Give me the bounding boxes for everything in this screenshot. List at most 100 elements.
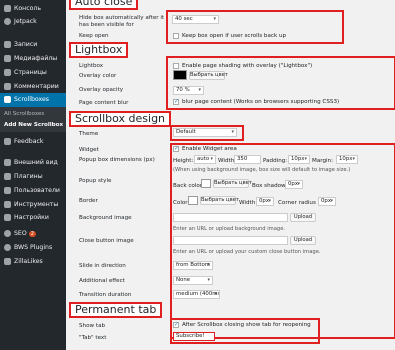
heart-icon	[4, 258, 11, 265]
close-button-label: Close button image	[79, 238, 134, 244]
border-color-button[interactable]: Выбрать цвет	[200, 196, 239, 205]
sidebar-item-console[interactable]: Консоль	[0, 2, 66, 16]
border-width-select[interactable]: 0px	[256, 197, 274, 206]
sidebar-item-plugins[interactable]: Плагины	[0, 170, 66, 184]
overlay-color-label: Overlay color	[79, 73, 117, 79]
submenu-all-scrollboxes[interactable]: All Scrollboxes	[0, 109, 66, 119]
margin-select[interactable]: 10px	[336, 155, 358, 164]
close-button-upload-button[interactable]: Upload	[290, 236, 316, 245]
pin-icon	[4, 41, 11, 48]
seo-icon	[4, 230, 11, 237]
transition-label: Transition duration	[79, 292, 132, 298]
sidebar-item-scrollboxes[interactable]: Scrollboxes	[0, 93, 66, 107]
box-shadow-label: Box shadow	[252, 183, 286, 189]
close-button-note: Enter an URL or upload your custom close…	[173, 249, 321, 255]
section-heading-scrollbox-design: Scrollbox design	[69, 111, 172, 127]
corner-radius-label: Corner radius	[278, 200, 316, 206]
back-color-label: Back color	[173, 183, 203, 189]
media-icon	[4, 55, 11, 62]
width-input[interactable]: 350	[234, 155, 261, 164]
sidebar-item-tools[interactable]: Инструменты	[0, 198, 66, 212]
tab-text-label: "Tab" text	[79, 335, 107, 341]
slide-direction-label: Slide in direction	[79, 263, 126, 269]
widget-label: Widget	[79, 147, 99, 153]
wrench-icon	[4, 201, 11, 208]
padding-select[interactable]: 10px	[288, 155, 310, 164]
bg-image-upload-button[interactable]: Upload	[290, 213, 316, 222]
additional-effect-select[interactable]: None	[173, 276, 213, 285]
box-shadow-select[interactable]: 0px	[285, 180, 303, 189]
hide-box-label: Hide box automatically after it has been…	[79, 15, 165, 28]
page-blur-text: blur page content (Works on browsers sup…	[182, 99, 340, 105]
sidebar-item-appearance[interactable]: Внешний вид	[0, 156, 66, 170]
sidebar-item-posts[interactable]: Записи	[0, 38, 66, 52]
dashboard-icon	[4, 5, 11, 12]
theme-select[interactable]: Default	[173, 128, 237, 137]
theme-label: Theme	[79, 131, 99, 137]
hide-delay-select[interactable]: 40 sec	[172, 15, 219, 24]
overlay-opacity-select[interactable]: 70 %	[173, 86, 204, 95]
submenu-add-new-scrollbox[interactable]: Add New Scrollbox	[0, 120, 66, 130]
overlay-color-swatch[interactable]	[173, 70, 187, 80]
popup-style-label: Popup style	[79, 178, 112, 184]
sidebar-item-jetpack[interactable]: Jetpack	[0, 15, 66, 29]
border-color-label: Color	[173, 200, 188, 206]
sidebar-item-media[interactable]: Медиафайлы	[0, 52, 66, 66]
height-label: Height:	[173, 158, 194, 164]
page-blur-label: Page content blur	[79, 100, 129, 106]
show-tab-checkbox[interactable]	[173, 321, 179, 328]
margin-label: Margin:	[312, 158, 333, 164]
pages-icon	[4, 69, 11, 76]
transition-select[interactable]: medium (400ms)	[173, 290, 220, 299]
widget-checkbox[interactable]	[173, 145, 179, 152]
admin-sidebar: Консоль Jetpack Записи Медиафайлы Страни…	[0, 0, 66, 350]
tab-text-input[interactable]: Subscribe!	[173, 332, 215, 341]
section-heading-auto-close: Auto close	[69, 0, 139, 10]
keep-open-label: Keep open	[79, 33, 109, 39]
widget-text: Enable Widget area	[182, 146, 237, 152]
back-color-swatch[interactable]	[201, 179, 211, 188]
overlay-color-button[interactable]: Выбрать цвет	[189, 71, 228, 80]
dims-note: (When using background image, box size w…	[173, 167, 351, 173]
seo-badge: 2	[28, 231, 36, 237]
bws-icon	[4, 244, 11, 251]
comments-icon	[4, 83, 11, 90]
sidebar-item-zillalikes[interactable]: ZillaLikes	[0, 255, 66, 269]
settings-content: Auto close Hide box automatically after …	[66, 0, 395, 350]
sidebar-item-users[interactable]: Пользователи	[0, 184, 66, 198]
sidebar-item-seo[interactable]: SEO 2	[0, 227, 66, 241]
section-heading-permanent-tab: Permanent tab	[69, 302, 163, 318]
users-icon	[4, 187, 11, 194]
scrollboxes-submenu: All Scrollboxes Add New Scrollbox	[0, 107, 66, 132]
back-color-button[interactable]: Выбрать цвет	[213, 179, 252, 188]
slide-direction-select[interactable]: from Bottom	[173, 261, 213, 270]
plugin-icon	[4, 173, 11, 180]
lightbox-label: Lightbox	[79, 63, 104, 69]
corner-radius-select[interactable]: 0px	[318, 197, 336, 206]
popup-dims-label: Popup box dimensions (px)	[79, 157, 155, 163]
sidebar-item-bws-plugins[interactable]: BWS Plugins	[0, 241, 66, 255]
lightbox-checkbox[interactable]	[173, 63, 179, 69]
sidebar-item-settings[interactable]: Настройки	[0, 211, 66, 225]
close-button-input[interactable]	[173, 236, 288, 245]
border-color-swatch[interactable]	[188, 196, 198, 205]
bg-image-input[interactable]	[173, 213, 288, 222]
brush-icon	[4, 159, 11, 166]
lightbox-text: Enable page shading with overlay ("Light…	[182, 63, 313, 69]
scrollbox-icon	[4, 96, 11, 103]
keep-open-text: Keep box open if user scrolls back up	[182, 33, 287, 39]
jetpack-icon	[4, 18, 11, 25]
padding-label: Padding:	[263, 158, 288, 164]
sidebar-item-pages[interactable]: Страницы	[0, 66, 66, 80]
height-select[interactable]: auto	[194, 155, 216, 164]
additional-effect-label: Additional effect	[79, 278, 125, 284]
page-blur-checkbox[interactable]	[173, 98, 179, 105]
bg-image-note: Enter an URL or upload background image.	[173, 226, 286, 232]
show-tab-text: After Scrollbox closing show tab for reo…	[182, 322, 311, 328]
keep-open-checkbox[interactable]	[173, 33, 179, 39]
border-width-label: Width	[239, 200, 256, 206]
sidebar-item-feedback[interactable]: Feedback	[0, 135, 66, 149]
overlay-opacity-label: Overlay opacity	[79, 87, 124, 93]
sidebar-item-comments[interactable]: Комментарии	[0, 80, 66, 94]
bg-image-label: Background image	[79, 215, 132, 221]
